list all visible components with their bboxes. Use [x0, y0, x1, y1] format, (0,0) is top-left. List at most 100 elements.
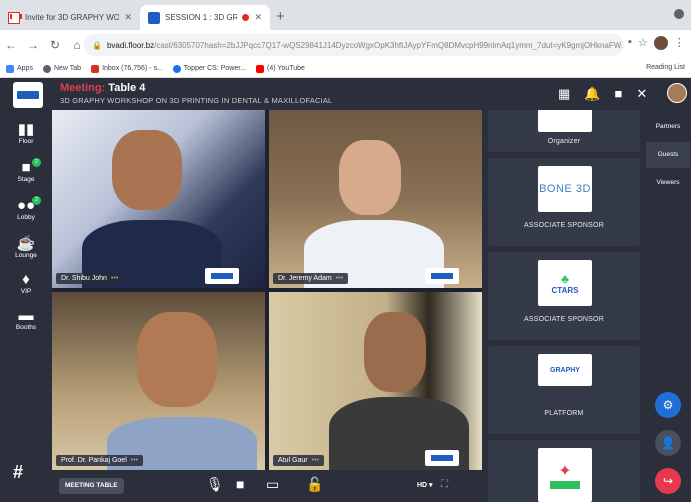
tab-title: Invite for 3D GRAPHY WORKS: [25, 13, 120, 22]
video-tile[interactable]: Dr. Jeremy Adam •••: [269, 110, 482, 288]
sidebar-item-label: Lounge: [15, 252, 37, 259]
stage-count-badge: 2: [32, 158, 41, 167]
left-sidebar: ▮▮ Floor ■ 2 Stage ●● 2 Lobby ☕ Lounge ♦ V…: [0, 110, 52, 502]
more-icon[interactable]: •••: [336, 275, 343, 282]
sidebar-item-booths[interactable]: ▬ Booths: [0, 307, 52, 332]
sponsor-logo: BONE 3D: [538, 166, 592, 212]
app-header: Meeting: Table 4 3D GRAPHY WORKSHOP ON 3…: [0, 78, 691, 110]
sponsor-logo-text: GRAPHY: [550, 366, 580, 374]
video-tile[interactable]: Prof. Dr. Pankaj Goel •••: [52, 292, 265, 470]
lounge-icon: ☕: [16, 235, 36, 252]
brand-watermark: [425, 450, 459, 466]
address-bar[interactable]: 🔒 bvadi.floor.bz /cast/6305707hash=2bJJP…: [84, 34, 624, 56]
participant-name-tag: Atul Gaur •••: [273, 455, 324, 466]
tools-icon[interactable]: ✕: [636, 86, 647, 102]
lobby-icon: ●● 2: [0, 196, 52, 214]
reload-icon[interactable]: ↻: [44, 38, 66, 52]
sidebar-item-lobby[interactable]: ●● 2 Lobby: [0, 196, 52, 221]
close-icon[interactable]: ✕: [124, 12, 132, 23]
sidebar-item-label: Lobby: [17, 214, 35, 221]
fullscreen-icon[interactable]: ⛶: [441, 479, 448, 490]
sidebar-item-floor[interactable]: ▮▮ Floor: [0, 122, 52, 146]
sponsor-caption: Organizer: [547, 138, 581, 145]
lock-icon: 🔒: [92, 40, 102, 50]
sponsor-card-organizer[interactable]: Organizer: [488, 110, 640, 152]
browser-tab-session[interactable]: SESSION 1 : 3D GRAPHY ✕: [140, 5, 270, 30]
video-tile[interactable]: Dr. Shibu John •••: [52, 110, 265, 288]
tab-partners[interactable]: Partners: [646, 114, 690, 140]
sponsor-card-bone3d[interactable]: BONE 3D ASSOCIATE SPONSOR: [488, 158, 640, 246]
bag-icon[interactable]: ■: [614, 86, 622, 102]
bell-icon[interactable]: 🔔: [584, 86, 600, 102]
sidebar-item-vip[interactable]: ♦ VIP: [0, 272, 52, 296]
camera-icon[interactable]: ■: [236, 476, 244, 492]
sponsor-panel: Organizer BONE 3D ASSOCIATE SPONSOR ♣ CT…: [482, 110, 644, 502]
sponsor-logo-text: BONE 3D: [539, 183, 591, 195]
sidebar-item-label: Floor: [18, 138, 34, 145]
menu-dots-icon[interactable]: ⋮: [674, 36, 685, 50]
participant-face: [137, 312, 217, 407]
bookmark-inbox[interactable]: Inbox (76,756) - s...: [91, 64, 163, 73]
booths-icon: ▬: [18, 307, 34, 324]
gmail-icon: [8, 11, 22, 24]
bookmark-apps[interactable]: Apps: [6, 64, 33, 73]
back-icon[interactable]: ←: [0, 38, 22, 52]
participant-name-tag: Prof. Dr. Pankaj Goel •••: [56, 455, 144, 466]
bookmarks-bar: Apps New Tab Inbox (76,756) - s... Toppe…: [0, 60, 691, 78]
reading-list-button[interactable]: Reading List: [646, 64, 685, 71]
unlock-icon[interactable]: 🔓: [306, 476, 323, 493]
sidebar-item-stage[interactable]: ■ 2 Stage: [0, 158, 52, 183]
video-tile[interactable]: Atul Gaur •••: [269, 292, 482, 470]
sponsor-logo: ✦: [538, 448, 592, 502]
bookmark-youtube[interactable]: (4) YouTube: [256, 64, 305, 73]
url-path: /cast/6305707hash=2bJJPqcc7Q17-wQS29841J…: [154, 40, 624, 50]
participant-name-tag: Dr. Shibu John •••: [56, 273, 124, 284]
tab-guests[interactable]: Guests: [646, 142, 690, 168]
room-title: Meeting: Table 4: [60, 82, 145, 94]
video-stage: Dr. Shibu John ••• Dr. Jeremy Adam ••• Pro…: [52, 110, 482, 470]
header-actions: ▦ 🔔 ■ ✕: [558, 86, 647, 102]
event-logo[interactable]: [13, 82, 43, 108]
settings-button[interactable]: ⚙: [655, 392, 681, 418]
extension-icon[interactable]: ▪: [628, 36, 632, 50]
browser-toolbar: ← → ↻ ⌂ 🔒 bvadi.floor.bz /cast/6305707ha…: [0, 30, 691, 60]
sponsor-caption: PLATFORM: [544, 410, 584, 417]
tab-viewers[interactable]: Viewers: [646, 170, 690, 196]
user-avatar[interactable]: [667, 83, 687, 103]
toolbar-actions: ▪ ☆ ⋮: [628, 36, 685, 50]
leave-button[interactable]: ↪: [655, 468, 681, 494]
sponsor-card-platform[interactable]: GRAPHY PLATFORM: [488, 346, 640, 434]
more-icon[interactable]: •••: [312, 457, 319, 464]
star-icon[interactable]: ☆: [638, 36, 648, 50]
more-icon[interactable]: •••: [131, 457, 138, 464]
tab-search-icon[interactable]: [674, 9, 684, 19]
sponsor-caption: ASSOCIATE SPONSOR: [524, 222, 604, 229]
close-icon[interactable]: ✕: [254, 12, 262, 23]
sponsor-card-bottom[interactable]: ✦: [488, 440, 640, 502]
new-tab-button[interactable]: +: [276, 8, 285, 25]
bookmark-topper[interactable]: Topper CS: Power...: [172, 64, 246, 73]
youtube-icon: [256, 64, 265, 73]
sidebar-item-lounge[interactable]: ☕ Lounge: [0, 235, 52, 260]
meeting-controls: MEETING TABLE 🎙 ■ ▭ 🔓 HD ▾ ⛶: [52, 470, 482, 502]
profile-avatar[interactable]: [653, 36, 668, 50]
add-user-icon: 👤: [660, 436, 676, 450]
meeting-table-button[interactable]: MEETING TABLE: [59, 478, 124, 494]
more-icon[interactable]: •••: [111, 275, 118, 282]
grid-icon[interactable]: ▦: [558, 86, 570, 102]
quality-select[interactable]: HD ▾: [417, 481, 433, 489]
browser-tab-gmail[interactable]: Invite for 3D GRAPHY WORKS ✕: [0, 5, 140, 30]
sidebar-item-label: Booths: [15, 324, 37, 331]
hashtag-button[interactable]: #: [13, 462, 23, 483]
forward-icon[interactable]: →: [22, 38, 44, 52]
microphone-icon[interactable]: 🎙: [206, 476, 224, 493]
add-person-button[interactable]: 👤: [655, 430, 681, 456]
sponsor-stripe: [550, 481, 580, 489]
screen-share-icon[interactable]: ▭: [266, 476, 279, 493]
browser-tab-strip: Invite for 3D GRAPHY WORKS ✕ SESSION 1 :…: [0, 0, 691, 30]
sponsor-logo: [538, 110, 592, 132]
sponsor-card-ctars[interactable]: ♣ CTARS ASSOCIATE SPONSOR: [488, 252, 640, 340]
bookmark-new-tab[interactable]: New Tab: [42, 64, 81, 73]
room-name: Table 4: [108, 82, 146, 94]
sponsor-logo: ♣ CTARS: [538, 260, 592, 306]
